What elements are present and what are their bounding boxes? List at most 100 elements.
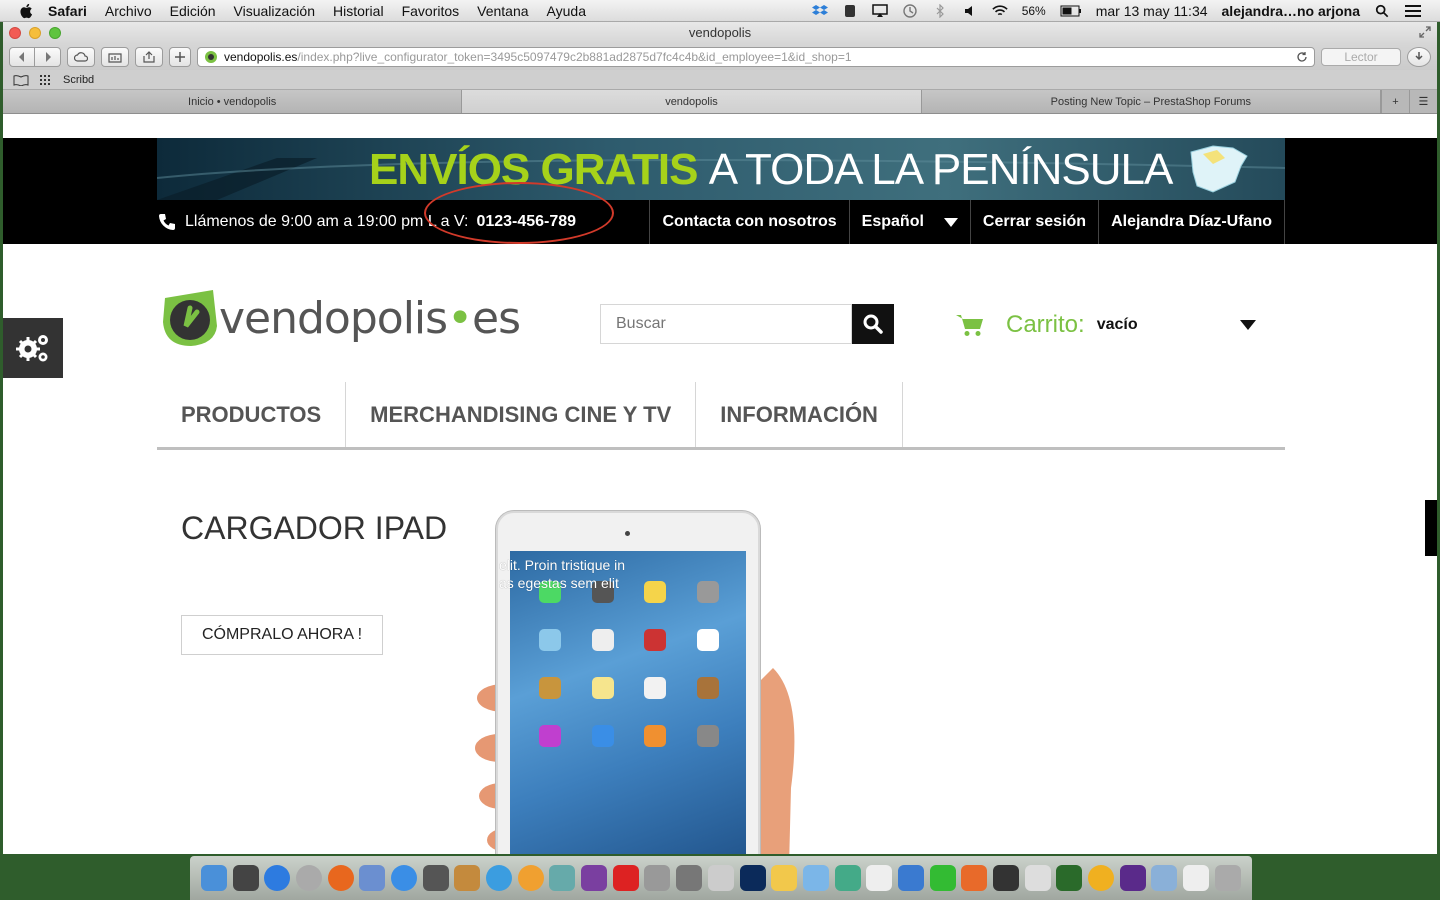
- opera-icon[interactable]: [1088, 865, 1115, 891]
- volume-icon[interactable]: [962, 4, 978, 18]
- trash-icon[interactable]: [1214, 865, 1241, 891]
- forward-button[interactable]: [35, 47, 61, 67]
- bookmark-scribd[interactable]: Scribd: [63, 74, 94, 86]
- tab-bar: Inicio • vendopolis vendopolis Posting N…: [3, 90, 1437, 114]
- facetime-icon[interactable]: [422, 865, 449, 891]
- logout-link[interactable]: Cerrar sesión: [969, 200, 1098, 244]
- airplay-icon[interactable]: [871, 4, 888, 18]
- account-link[interactable]: Alejandra Díaz-Ufano: [1098, 200, 1285, 244]
- menubar-user[interactable]: alejandra…no arjona: [1222, 3, 1360, 19]
- battery-icon[interactable]: [1060, 4, 1082, 18]
- bluetooth-icon[interactable]: [932, 4, 948, 18]
- banner-text-white: A TODA LA PENÍNSULA: [708, 145, 1174, 194]
- shipping-banner[interactable]: ENVÍOS GRATIS A TODA LA PENÍNSULA: [157, 138, 1285, 200]
- system-preferences-icon[interactable]: [644, 865, 671, 891]
- ipad-app-grid: [524, 581, 734, 747]
- reload-icon[interactable]: [1296, 51, 1308, 63]
- nav-productos[interactable]: PRODUCTOS: [157, 382, 347, 447]
- site-logo[interactable]: vendopolis•es: [157, 286, 521, 350]
- tab-prestashop-forums[interactable]: Posting New Topic – PrestaShop Forums: [921, 90, 1381, 113]
- textedit-icon[interactable]: [771, 865, 798, 891]
- nav-merchandising[interactable]: MERCHANDISING CINE Y TV: [346, 382, 697, 447]
- documents-stack-icon[interactable]: [1183, 865, 1210, 891]
- menu-edicion[interactable]: Edición: [170, 3, 216, 19]
- document-icon[interactable]: [866, 865, 893, 891]
- notification-center-icon[interactable]: [1404, 4, 1422, 18]
- imovie-icon[interactable]: [581, 865, 608, 891]
- language-selector[interactable]: Español: [848, 200, 970, 244]
- share-button[interactable]: [135, 47, 163, 67]
- app-contacts-icon: [539, 677, 562, 699]
- word-icon[interactable]: [897, 865, 924, 891]
- spotlight-icon[interactable]: [1374, 4, 1390, 18]
- minimize-window-button[interactable]: [29, 27, 41, 39]
- menu-favoritos[interactable]: Favoritos: [402, 3, 460, 19]
- evernote-icon[interactable]: [842, 4, 858, 18]
- photos-icon[interactable]: [549, 865, 576, 891]
- preview-photos-icon[interactable]: [707, 865, 734, 891]
- tab-overview-icon[interactable]: ☰: [1408, 90, 1437, 113]
- excel-icon[interactable]: [929, 865, 956, 891]
- photobooth-icon[interactable]: [612, 865, 639, 891]
- oneNote-icon[interactable]: [1119, 865, 1146, 891]
- menu-archivo[interactable]: Archivo: [105, 3, 152, 19]
- preview-icon[interactable]: [359, 865, 386, 891]
- ibooks-icon[interactable]: [517, 865, 544, 891]
- apple-icon[interactable]: [18, 2, 36, 20]
- menu-ventana[interactable]: Ventana: [477, 3, 528, 19]
- menu-visualizacion[interactable]: Visualización: [234, 3, 315, 19]
- menu-ayuda[interactable]: Ayuda: [547, 3, 586, 19]
- cart-block[interactable]: Carrito: vacío: [956, 310, 1256, 340]
- buy-now-button[interactable]: CÓMPRALO AHORA !: [181, 615, 383, 655]
- powerpoint-icon[interactable]: [961, 865, 988, 891]
- address-bar[interactable]: vendopolis.es/index.php?live_configurato…: [197, 47, 1315, 67]
- downloads-stack-icon[interactable]: [1151, 865, 1178, 891]
- icloud-tabs-button[interactable]: [67, 47, 95, 67]
- photoshop-icon[interactable]: [739, 865, 766, 891]
- new-tab-button[interactable]: +: [1380, 90, 1409, 113]
- search-box: [600, 304, 894, 344]
- app-maps-icon: [539, 629, 562, 651]
- garageband-icon[interactable]: [454, 865, 481, 891]
- theme-configurator-toggle[interactable]: [3, 318, 63, 378]
- search-input[interactable]: [600, 304, 852, 344]
- add-bookmark-button[interactable]: [169, 47, 191, 67]
- numbers-icon[interactable]: [834, 865, 861, 891]
- menu-historial[interactable]: Historial: [333, 3, 384, 19]
- app-store-icon[interactable]: [264, 865, 291, 891]
- top-sites-button[interactable]: [101, 47, 129, 67]
- bookmarks-grid-icon[interactable]: [39, 74, 53, 86]
- launchpad-icon[interactable]: [295, 865, 322, 891]
- contact-link[interactable]: Contacta con nosotros: [649, 200, 848, 244]
- time-machine-icon[interactable]: [902, 4, 918, 18]
- menubar-datetime[interactable]: mar 13 may 11:34: [1096, 3, 1208, 19]
- utilities-icon[interactable]: [676, 865, 703, 891]
- wifi-icon[interactable]: [991, 4, 1008, 18]
- safari-icon[interactable]: [390, 865, 417, 891]
- reading-list-icon[interactable]: [13, 74, 29, 86]
- keynote-icon[interactable]: [802, 865, 829, 891]
- logo-tld: es: [472, 292, 521, 344]
- qgis-icon[interactable]: [1056, 865, 1083, 891]
- zoom-window-button[interactable]: [49, 27, 61, 39]
- dvd-player-icon[interactable]: [993, 865, 1020, 891]
- finder-icon[interactable]: [200, 865, 227, 891]
- back-button[interactable]: [9, 47, 35, 67]
- dropbox-icon[interactable]: [811, 4, 828, 18]
- downloads-button[interactable]: [1407, 47, 1431, 67]
- cart-caret-down-icon[interactable]: [1240, 320, 1256, 330]
- nav-informacion[interactable]: INFORMACIÓN: [696, 382, 903, 447]
- itunes-icon[interactable]: [486, 865, 513, 891]
- reader-button[interactable]: Lector: [1321, 48, 1401, 66]
- tab-inicio-vendopolis[interactable]: Inicio • vendopolis: [3, 90, 463, 113]
- dashboard-icon[interactable]: [232, 865, 259, 891]
- tab-vendopolis[interactable]: vendopolis: [462, 90, 922, 113]
- firefox-icon[interactable]: [327, 865, 354, 891]
- menu-app-name[interactable]: Safari: [48, 3, 87, 19]
- side-panel-tab[interactable]: [1425, 500, 1437, 556]
- notes-icon[interactable]: [1024, 865, 1051, 891]
- fullscreen-icon[interactable]: [1419, 26, 1431, 38]
- search-button[interactable]: [852, 304, 894, 344]
- app-reminders-icon: [644, 677, 667, 699]
- close-window-button[interactable]: [9, 27, 21, 39]
